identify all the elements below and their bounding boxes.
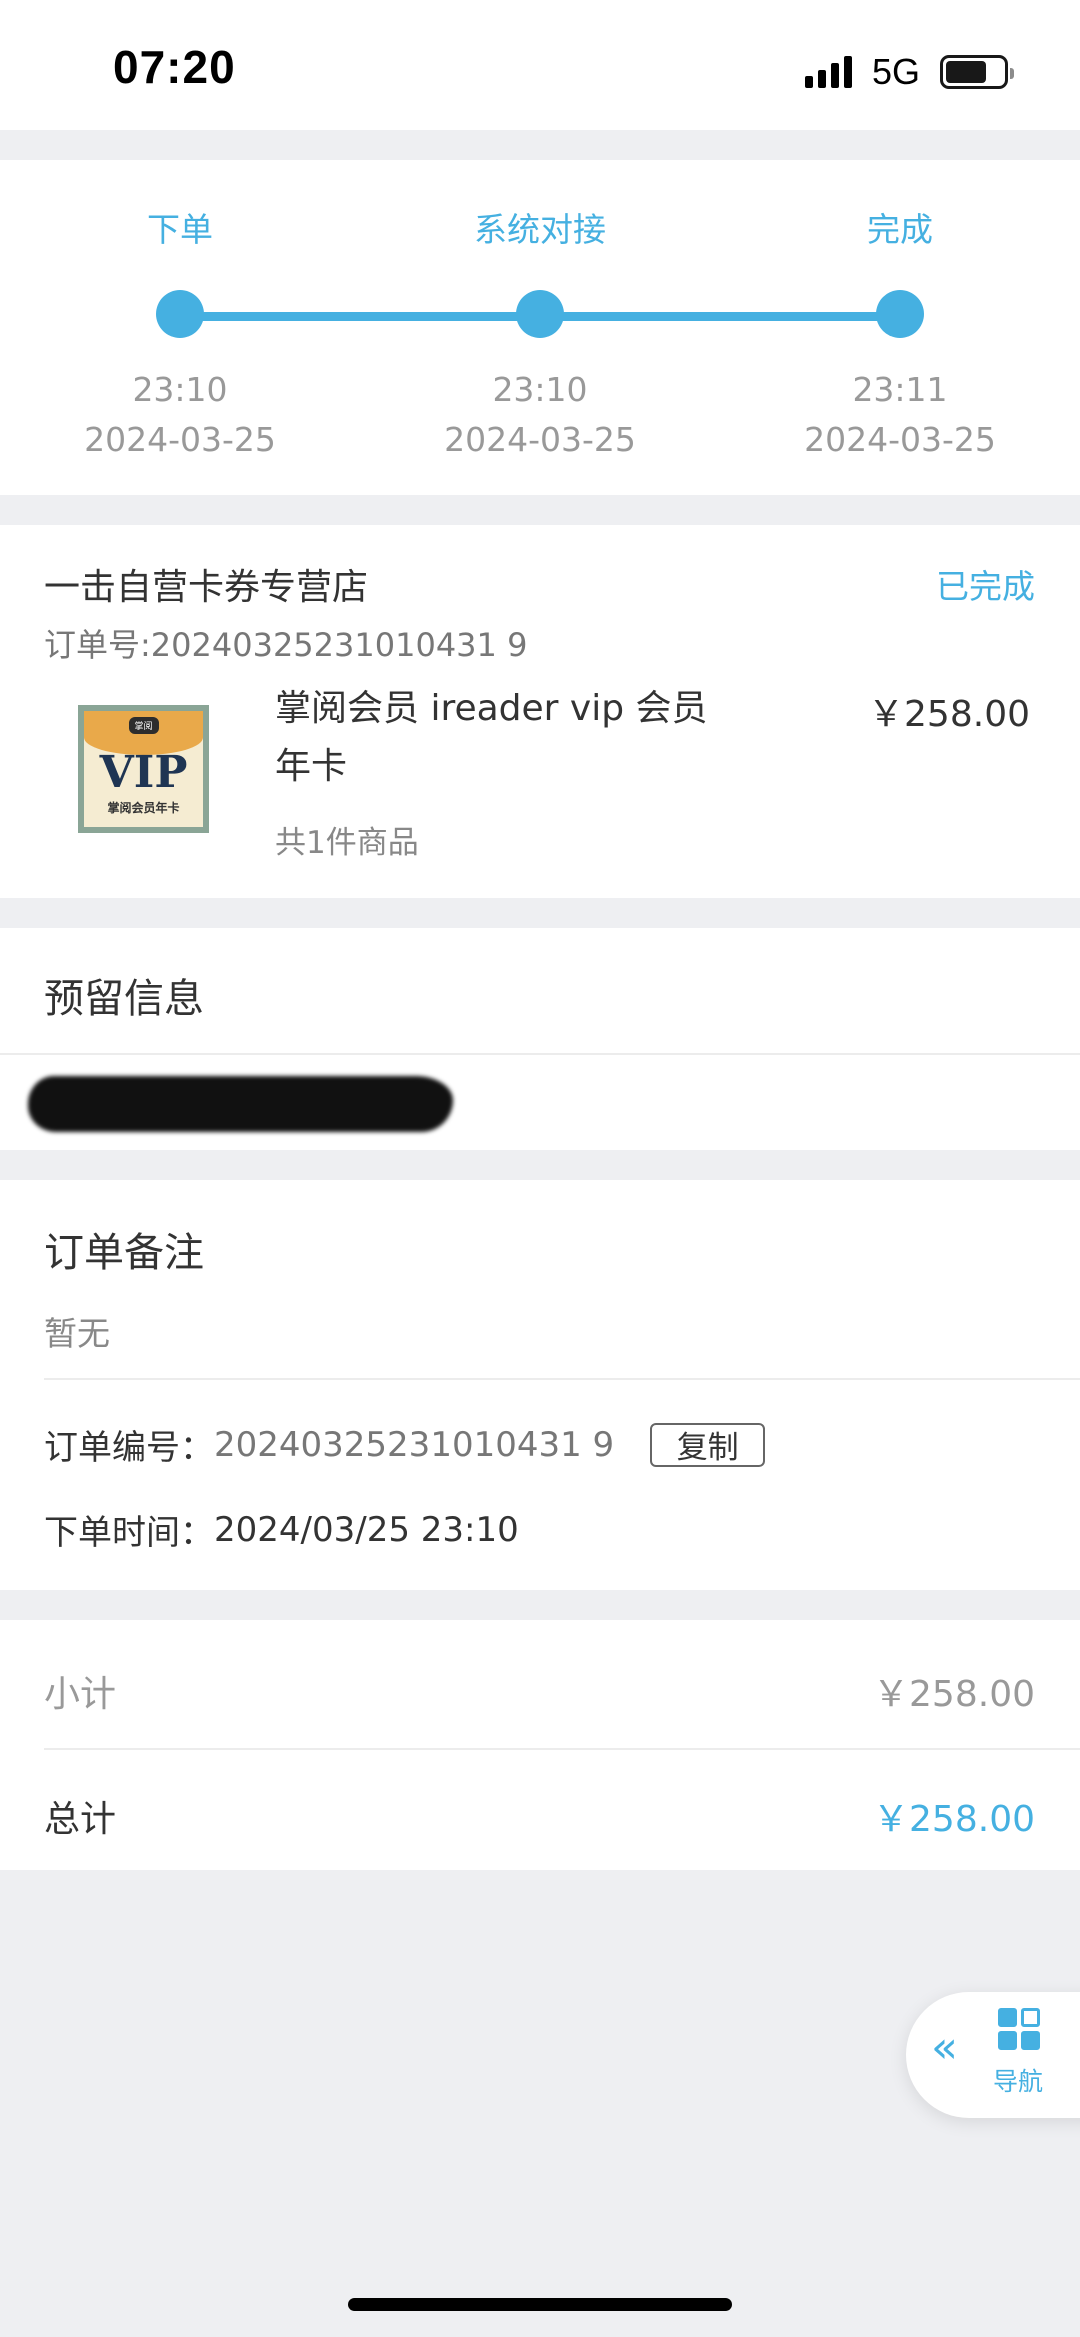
thumb-brand-logo: 掌阅 (128, 717, 159, 734)
step-title-ordered: 下单 (147, 210, 213, 249)
status-time: 07:20 (113, 41, 236, 93)
totals-section: 小计 ￥258.00 总计 ￥258.00 (0, 1620, 1080, 1870)
step-timestamp: 23:10 2024-03-25 (84, 365, 276, 465)
order-status-badge: 已完成 (936, 567, 1035, 606)
total-label: 总计 (44, 1799, 117, 1840)
product-name[interactable]: 掌阅会员 ireader vip 会员年卡 (275, 680, 715, 796)
order-remark-section: 订单备注 暂无 订单编号： 20240325231010431 9 复制 下单时… (0, 1180, 1080, 1590)
product-price: ￥258.00 (868, 694, 1030, 735)
subtotal-value: ￥258.00 (873, 1674, 1035, 1715)
reserved-info-section: 预留信息 (0, 928, 1080, 1150)
home-indicator (348, 2298, 732, 2311)
remark-empty-text: 暂无 (44, 1314, 110, 1353)
subtotal-label: 小计 (44, 1674, 117, 1715)
status-icons: 5G (804, 51, 1014, 92)
floating-nav-button[interactable]: « 导航 (906, 1992, 1080, 2118)
redacted-phone (28, 1076, 453, 1132)
thumb-vip-text: VIP (99, 747, 188, 798)
order-time-row: 下单时间： 2024/03/25 23:10 (44, 1505, 519, 1554)
divider (44, 1748, 1080, 1750)
step-time: 23:10 (132, 370, 228, 409)
store-card[interactable]: 一击自营卡券专营店 已完成 订单号:20240325231010431 9 掌阅… (0, 525, 1080, 898)
battery-fill (946, 61, 987, 83)
copy-button[interactable]: 复制 (650, 1422, 766, 1467)
order-number-row: 订单编号： 20240325231010431 9 复制 (44, 1420, 766, 1469)
step-time: 23:10 (492, 370, 588, 409)
signal-icon (804, 56, 852, 88)
step-title-complete: 完成 (867, 210, 933, 249)
nav-label[interactable]: 导航 (993, 2062, 1043, 2098)
store-name[interactable]: 一击自营卡券专营店 (44, 558, 368, 610)
divider (0, 1053, 1080, 1055)
step-title-system: 系统对接 (474, 210, 606, 249)
remark-title: 订单备注 (44, 1230, 204, 1276)
grid-icon[interactable] (998, 2008, 1040, 2050)
step-date: 2024-03-25 (804, 420, 996, 459)
step-timestamp: 23:10 2024-03-25 (444, 365, 636, 465)
step-date: 2024-03-25 (444, 420, 636, 459)
step-dot (876, 290, 924, 338)
step-timestamp: 23:11 2024-03-25 (804, 365, 996, 465)
battery-icon (940, 55, 1014, 89)
network-type: 5G (871, 51, 920, 92)
order-number-line: 订单号:20240325231010431 9 (44, 626, 528, 664)
step-dot (156, 290, 204, 338)
step-time: 23:11 (852, 370, 948, 409)
reserved-info-title: 预留信息 (44, 976, 204, 1022)
order-number-label: 订单编号： (44, 1428, 214, 1468)
double-chevron-left-icon[interactable]: « (931, 2022, 958, 2073)
status-bar: 07:20 5G (0, 0, 1080, 130)
order-time-value: 2024/03/25 23:10 (214, 1509, 519, 1550)
step-dot (516, 290, 564, 338)
order-progress: 下单 系统对接 完成 23:10 2024-03-25 23:10 2024-0… (0, 160, 1080, 495)
order-number-value: 20240325231010431 9 (214, 1424, 615, 1465)
step-date: 2024-03-25 (84, 420, 276, 459)
divider (44, 1378, 1080, 1380)
thumb-subtitle: 掌阅会员年卡 (107, 801, 180, 815)
product-count: 共1件商品 (275, 825, 419, 861)
product-thumbnail[interactable]: 掌阅 VIP 掌阅会员年卡 (78, 705, 209, 833)
total-value: ￥258.00 (873, 1799, 1035, 1840)
order-time-label: 下单时间： (44, 1513, 214, 1553)
